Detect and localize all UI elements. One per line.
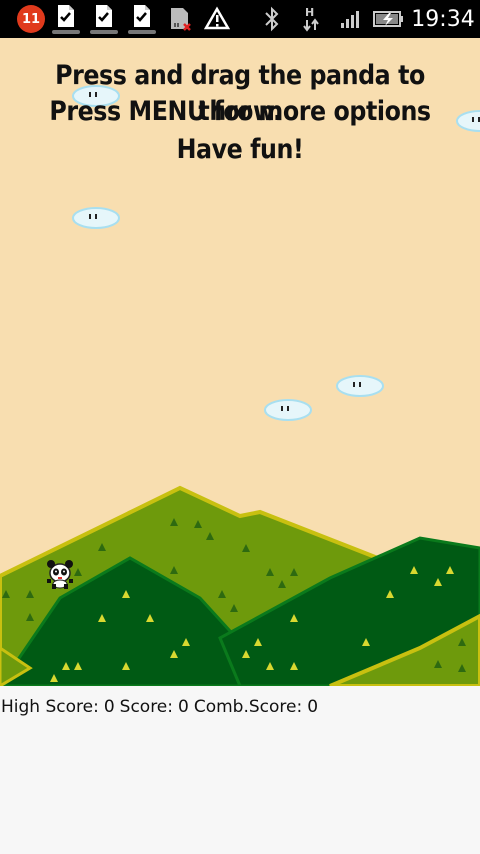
score-label: Score:	[119, 697, 173, 717]
comb-score-label: Comb.Score:	[193, 697, 303, 717]
data-transfer-icon: H	[298, 0, 324, 38]
game-canvas[interactable]: Press and drag the panda to throw. Press…	[0, 38, 480, 686]
bluetooth-icon	[260, 0, 284, 38]
cloud	[72, 207, 120, 229]
instruction-line-2: Press MENU for more options	[49, 96, 431, 127]
task-check-icon	[88, 0, 120, 38]
warning-icon	[203, 0, 231, 38]
signal-icon	[338, 0, 362, 38]
score-panel: High Score: 0 Score: 0 Comb.Score: 0	[0, 686, 480, 854]
status-bar: 11 H 19:34	[0, 0, 480, 38]
battery-charging-icon	[372, 0, 406, 38]
cloud	[336, 375, 384, 397]
svg-text:H: H	[305, 6, 314, 19]
cloud	[264, 399, 312, 421]
cloud	[456, 110, 480, 132]
notification-count: 11	[17, 5, 45, 33]
high-score-value: 0	[103, 697, 115, 717]
instruction-line-3: Have fun!	[176, 134, 304, 165]
notification-badge[interactable]: 11	[16, 0, 46, 38]
task-check-icon	[126, 0, 158, 38]
time-text: 19:34	[411, 6, 475, 32]
task-check-icon	[50, 0, 82, 38]
comb-score-value: 0	[307, 697, 319, 717]
high-score-label: High Score:	[1, 697, 99, 717]
score-value: 0	[178, 697, 189, 717]
score-line: High Score: 0 Score: 0 Comb.Score: 0	[1, 697, 323, 717]
clock: 19:34	[411, 0, 475, 38]
sd-card-error-icon	[166, 0, 194, 38]
